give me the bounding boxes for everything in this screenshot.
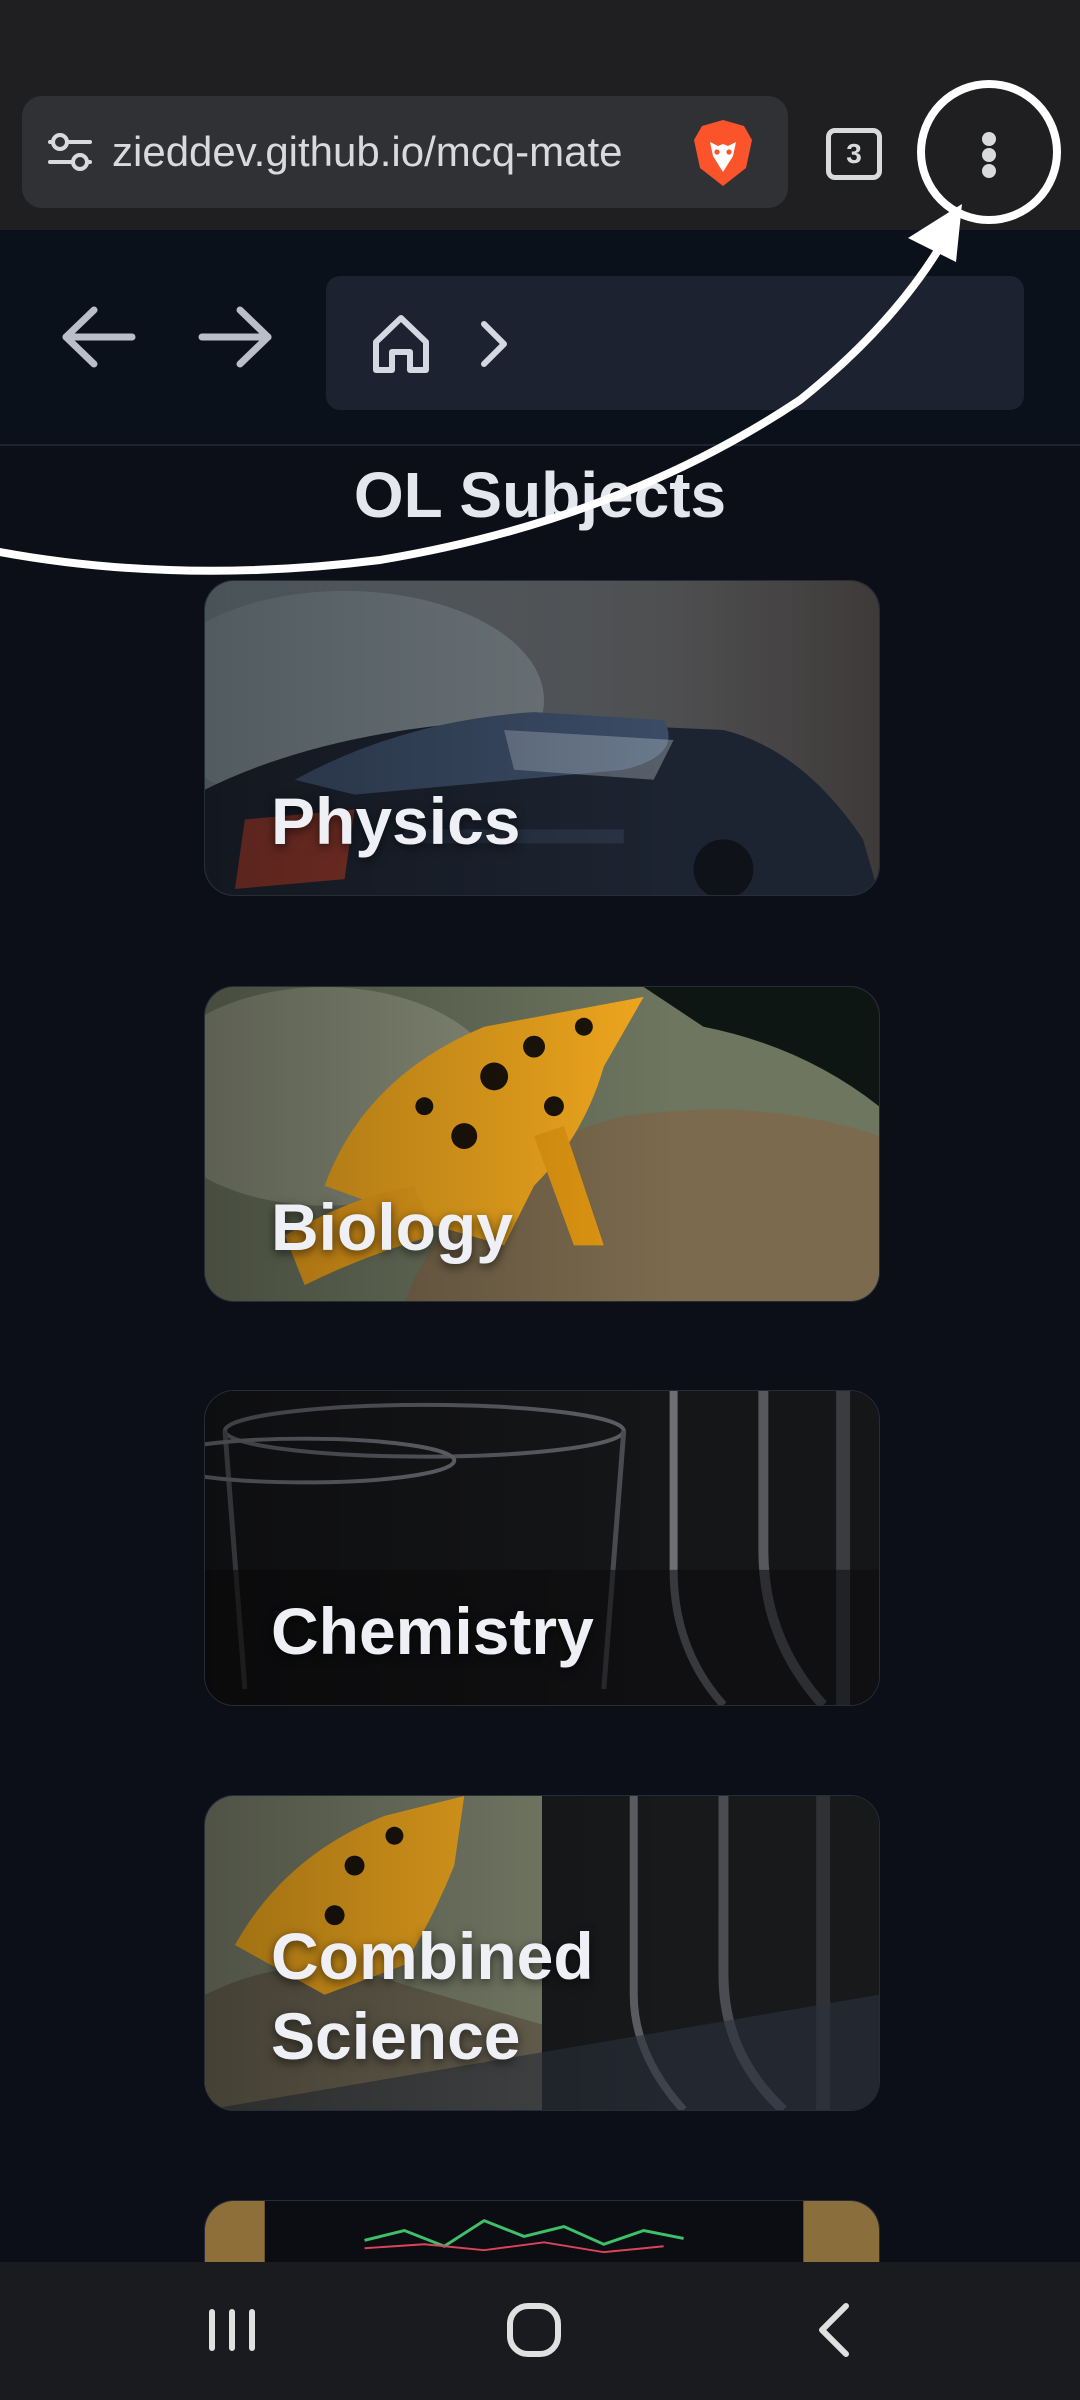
tune-icon[interactable] — [46, 128, 94, 176]
arrow-right-icon[interactable] — [196, 302, 276, 372]
site-navigation — [0, 230, 1080, 446]
subject-card-partial[interactable] — [204, 2200, 880, 2262]
subject-label: Biology — [271, 1190, 513, 1264]
page-title: OL Subjects — [353, 459, 727, 531]
recent-apps-icon[interactable] — [192, 2290, 272, 2370]
breadcrumb — [326, 276, 1024, 410]
subject-label: Chemistry — [271, 1594, 594, 1668]
tab-count-button[interactable]: 3 — [826, 128, 882, 180]
address-bar[interactable]: zieddev.github.io/mcq-mate — [22, 96, 788, 208]
home-circle-icon[interactable] — [494, 2290, 574, 2370]
home-icon[interactable] — [370, 312, 432, 376]
subject-card-physics[interactable]: Physics — [204, 580, 880, 896]
subject-label: Combined Science — [271, 1919, 594, 2073]
arrow-left-icon[interactable] — [58, 302, 138, 372]
system-navigation-bar — [0, 2262, 1080, 2400]
chevron-right-icon — [481, 321, 507, 367]
brave-lion-icon[interactable] — [688, 116, 758, 190]
stock-chart-image — [205, 2201, 879, 2262]
subject-card-chemistry[interactable]: Chemistry — [204, 1390, 880, 1706]
subject-card-combined-science[interactable]: Combined Science — [204, 1795, 880, 2111]
more-vert-icon[interactable] — [954, 102, 1024, 206]
subject-card-biology[interactable]: Biology — [204, 986, 880, 1302]
status-bar — [0, 0, 1080, 78]
subject-label: Physics — [271, 784, 521, 858]
browser-toolbar: zieddev.github.io/mcq-mate 3 — [0, 78, 1080, 230]
url-text[interactable]: zieddev.github.io/mcq-mate — [112, 124, 682, 180]
back-icon[interactable] — [796, 2290, 876, 2370]
